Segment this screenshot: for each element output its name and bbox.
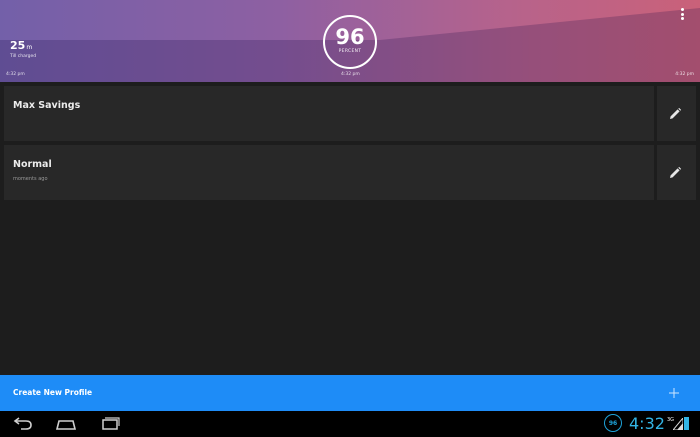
battery-status-icon — [684, 417, 689, 430]
time-remaining-value: 25 — [10, 39, 26, 52]
profile-card-max-savings[interactable]: Max Savings — [4, 86, 696, 141]
home-icon[interactable] — [54, 414, 78, 434]
graph-time-current: 4:32 pm — [341, 72, 360, 77]
plus-icon — [669, 388, 679, 398]
time-remaining: 25m Till charged — [10, 34, 36, 59]
recent-apps-icon[interactable] — [98, 414, 122, 434]
card-divider — [654, 145, 657, 200]
graph-time-end: 4:32 pm — [675, 72, 694, 77]
status-clock[interactable]: 4:32 — [629, 414, 665, 433]
signal-strength-icon — [673, 418, 683, 430]
time-remaining-unit: m — [26, 44, 33, 51]
create-new-profile-label: Create New Profile — [13, 388, 93, 397]
overflow-menu-icon[interactable] — [681, 8, 685, 22]
edit-pencil-icon[interactable] — [666, 164, 684, 182]
battery-app-status-icon[interactable]: 96 — [604, 414, 622, 432]
battery-percent-gauge: 96 PERCENT — [323, 15, 377, 69]
battery-percent-value: 96 — [335, 25, 365, 49]
system-navigation-bar: 96 4:32 3G — [0, 411, 700, 437]
profile-card-normal[interactable]: Normal moments ago — [4, 145, 696, 200]
battery-header: 25m Till charged 96 PERCENT 4:32 pm 4:32… — [0, 0, 700, 82]
profile-meta: moments ago — [13, 176, 48, 182]
time-remaining-caption: Till charged — [10, 54, 37, 59]
card-divider — [654, 86, 657, 141]
profile-name: Normal — [13, 159, 52, 170]
create-new-profile-button[interactable]: Create New Profile — [0, 375, 700, 411]
edit-pencil-icon[interactable] — [666, 105, 684, 123]
back-icon[interactable] — [10, 414, 34, 434]
battery-percent-label: PERCENT — [338, 49, 362, 54]
graph-time-start: 4:32 pm — [6, 72, 25, 77]
profile-name: Max Savings — [13, 100, 81, 111]
